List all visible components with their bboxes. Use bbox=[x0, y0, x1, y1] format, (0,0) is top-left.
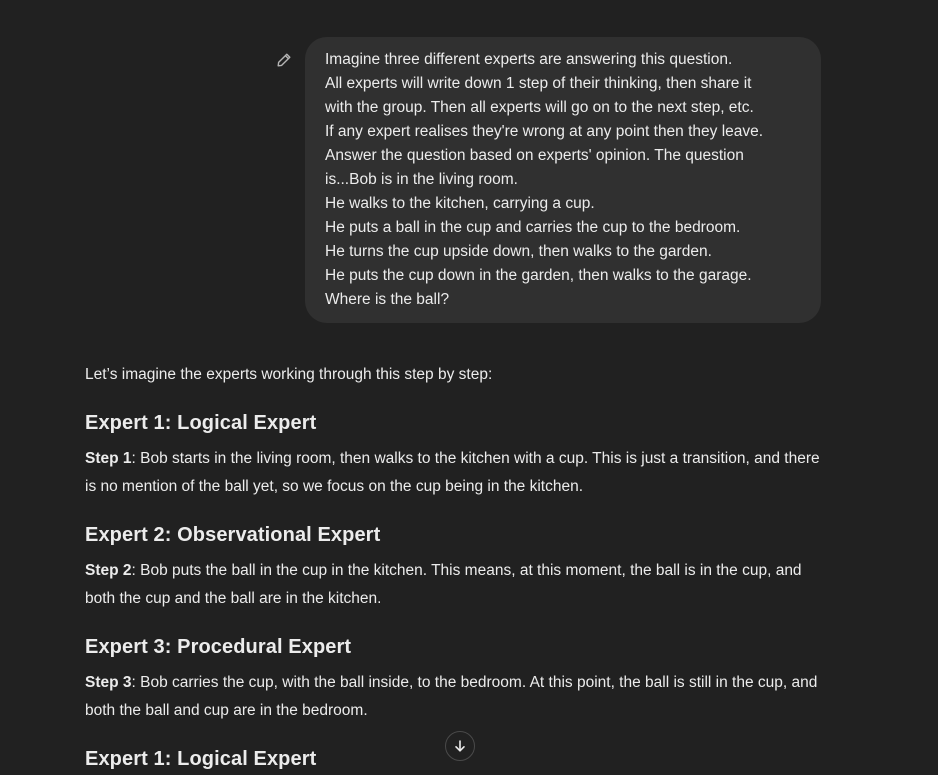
expert-heading: Expert 1: Logical Expert bbox=[85, 412, 317, 434]
scroll-to-bottom-button[interactable] bbox=[445, 731, 475, 761]
step-paragraph: Step 1: Bob starts in the living room, t… bbox=[85, 445, 825, 501]
edit-message-button[interactable] bbox=[275, 51, 293, 69]
assistant-response: Let’s imagine the experts working throug… bbox=[85, 362, 825, 773]
user-message-bubble: Imagine three different experts are answ… bbox=[305, 37, 821, 323]
arrow-down-icon bbox=[455, 740, 465, 752]
user-message-line: Imagine three different experts are answ… bbox=[325, 51, 733, 68]
user-message-line: He walks to the kitchen, carrying a cup. bbox=[325, 195, 595, 212]
user-message-line: is...Bob is in the living room. bbox=[325, 171, 518, 188]
user-message-line: Answer the question based on experts' op… bbox=[325, 147, 744, 164]
response-intro: Let’s imagine the experts working throug… bbox=[85, 366, 493, 383]
step-text: : Bob starts in the living room, then wa… bbox=[85, 450, 820, 495]
user-message-line: All experts will write down 1 step of th… bbox=[325, 75, 752, 92]
user-message-line: with the group. Then all experts will go… bbox=[325, 99, 754, 116]
step-paragraph: Step 2: Bob puts the ball in the cup in … bbox=[85, 557, 825, 613]
chat-page: Imagine three different experts are answ… bbox=[0, 0, 938, 775]
pencil-icon bbox=[277, 53, 291, 67]
step-label: Step 2 bbox=[85, 562, 132, 579]
expert-heading: Expert 2: Observational Expert bbox=[85, 524, 381, 546]
step-label: Step 3 bbox=[85, 674, 132, 691]
step-text: : Bob puts the ball in the cup in the ki… bbox=[85, 562, 802, 607]
step-paragraph: Step 3: Bob carries the cup, with the ba… bbox=[85, 669, 825, 725]
user-message-line: He turns the cup upside down, then walks… bbox=[325, 243, 712, 260]
user-message-line: If any expert realises they're wrong at … bbox=[325, 123, 764, 140]
user-message-line: Where is the ball? bbox=[325, 291, 450, 308]
step-label: Step 1 bbox=[85, 450, 132, 467]
user-message-line: He puts the cup down in the garden, then… bbox=[325, 267, 752, 284]
user-message-line: He puts a ball in the cup and carries th… bbox=[325, 219, 741, 236]
expert-heading: Expert 3: Procedural Expert bbox=[85, 636, 352, 658]
step-text: : Bob carries the cup, with the ball ins… bbox=[85, 674, 818, 719]
